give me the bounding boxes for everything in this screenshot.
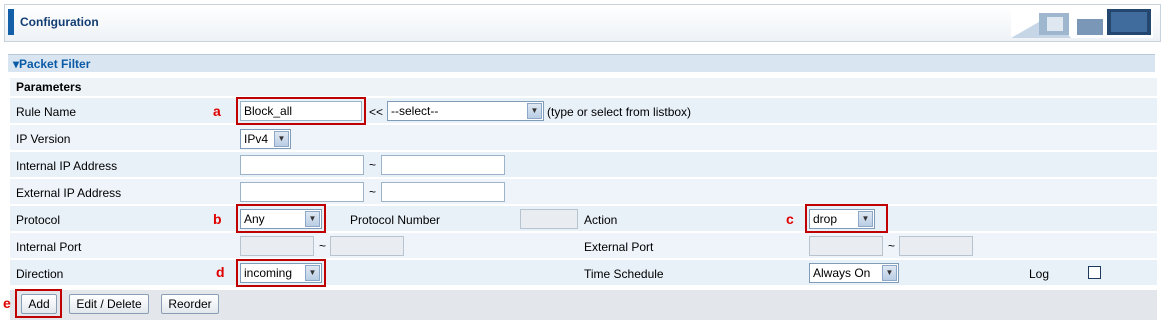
direction-value: incoming xyxy=(244,266,293,280)
ip-version-value: IPv4 xyxy=(244,132,269,146)
edit-delete-button[interactable]: Edit / Delete xyxy=(69,294,149,314)
ip-version-label: IP Version xyxy=(16,132,71,146)
marker-d: d xyxy=(216,264,225,280)
internal-port-label: Internal Port xyxy=(16,240,82,254)
internal-ip-start-input[interactable] xyxy=(240,155,364,175)
protocol-label: Protocol xyxy=(16,213,61,227)
rule-name-hint: (type or select from listbox) xyxy=(547,105,692,119)
protocol-number-label: Protocol Number xyxy=(350,213,441,227)
direction-label: Direction xyxy=(16,267,64,281)
direction-select[interactable]: incoming ▼ xyxy=(240,263,322,283)
rule-name-input[interactable]: Block_all xyxy=(240,101,362,121)
protocol-select[interactable]: Any ▼ xyxy=(240,209,322,229)
action-select[interactable]: drop ▼ xyxy=(809,209,875,229)
external-ip-end-input[interactable] xyxy=(381,182,505,202)
internal-ip-end-input[interactable] xyxy=(381,155,505,175)
internal-port-sep: ~ xyxy=(319,239,327,253)
marker-b: b xyxy=(213,211,222,227)
marker-a: a xyxy=(213,103,221,119)
rule-name-prefix: << xyxy=(369,105,384,119)
internal-port-end-input[interactable] xyxy=(330,236,404,256)
time-schedule-value: Always On xyxy=(813,266,871,280)
internal-port-start-input[interactable] xyxy=(240,236,314,256)
internal-ip-row xyxy=(10,152,1157,178)
add-button[interactable]: Add xyxy=(21,294,57,314)
parameters-label: Parameters xyxy=(16,80,82,94)
reorder-button[interactable]: Reorder xyxy=(161,294,219,314)
header-accent-bar xyxy=(8,9,14,35)
log-label: Log xyxy=(1029,267,1050,281)
marker-e: e xyxy=(3,295,11,311)
external-port-start-input[interactable] xyxy=(809,236,883,256)
external-port-sep: ~ xyxy=(888,239,896,253)
action-value: drop xyxy=(813,212,838,226)
time-schedule-label: Time Schedule xyxy=(584,267,664,281)
chevron-down-icon: ▼ xyxy=(882,265,897,281)
rule-name-select[interactable]: --select-- ▼ xyxy=(387,101,544,121)
external-ip-label: External IP Address xyxy=(16,186,122,200)
packet-filter-section-header[interactable] xyxy=(8,54,1155,72)
ip-version-row xyxy=(10,125,1157,151)
marker-c: c xyxy=(786,211,794,227)
action-label: Action xyxy=(584,213,618,227)
rule-name-select-value: --select-- xyxy=(391,104,439,118)
chevron-down-icon: ▼ xyxy=(274,131,289,147)
config-header xyxy=(4,4,1161,42)
internal-ip-label: Internal IP Address xyxy=(16,159,118,173)
external-ip-row xyxy=(10,179,1157,205)
external-port-label: External Port xyxy=(584,240,654,254)
internal-ip-sep: ~ xyxy=(369,158,377,172)
header-banner-graphic xyxy=(1011,7,1153,38)
time-schedule-select[interactable]: Always On ▼ xyxy=(809,263,899,283)
ip-version-select[interactable]: IPv4 ▼ xyxy=(240,129,291,149)
rule-name-label: Rule Name xyxy=(16,105,77,119)
chevron-down-icon: ▼ xyxy=(305,265,320,281)
chevron-down-icon: ▼ xyxy=(527,103,542,119)
external-ip-start-input[interactable] xyxy=(240,182,364,202)
protocol-value: Any xyxy=(244,212,265,226)
external-port-end-input[interactable] xyxy=(899,236,973,256)
external-ip-sep: ~ xyxy=(369,185,377,199)
chevron-down-icon: ▼ xyxy=(305,211,320,227)
protocol-number-input[interactable] xyxy=(520,209,578,229)
parameters-header-row xyxy=(10,78,1157,96)
chevron-down-icon: ▼ xyxy=(858,211,873,227)
log-checkbox[interactable] xyxy=(1088,266,1101,279)
packet-filter-title[interactable]: ▾Packet Filter xyxy=(13,57,90,71)
page-title: Configuration xyxy=(20,15,99,29)
